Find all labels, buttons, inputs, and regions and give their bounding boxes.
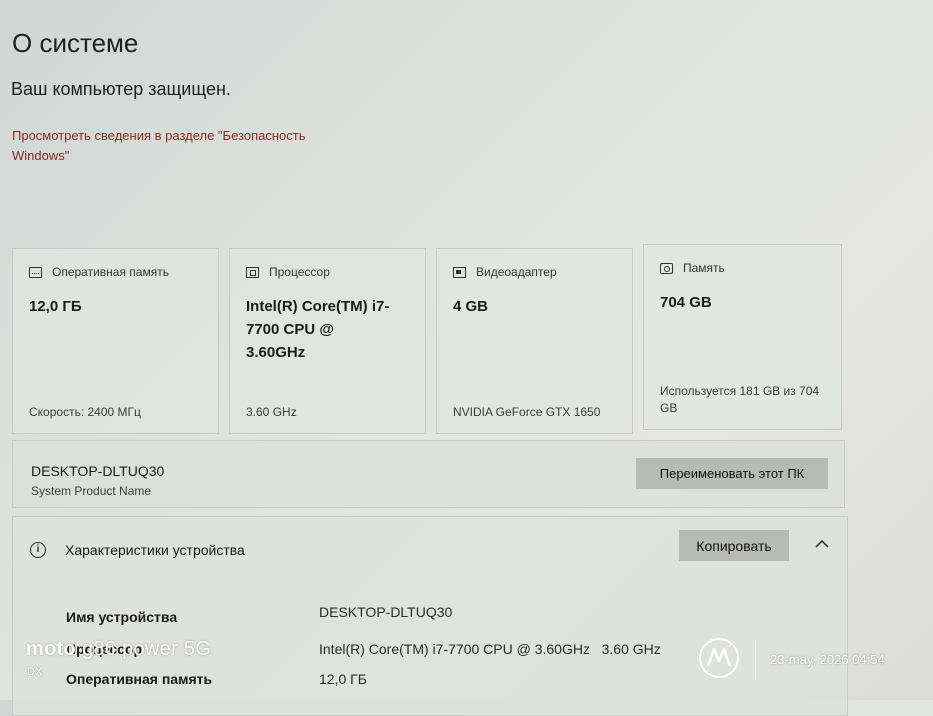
specs-title: Характеристики устройства [65,542,245,558]
device-model: System Product Name [31,484,152,498]
device-name: DESKTOP-DLTUQ30 [31,463,165,479]
card-sub: Используется 181 GB из 704 GB [660,384,820,415]
card-value: 704 GB [660,294,712,311]
page-title: О системе [12,28,139,58]
spec-value: DESKTOP-DLTUQ30 [319,604,453,620]
card-header-label: Видеоадаптер [476,265,557,279]
card-header: Память [660,261,725,275]
card-storage: Память 704 GB Используется 181 GB из 704… [643,244,842,430]
card-header: Оперативная память [29,265,169,279]
card-value: 4 GB [453,298,489,315]
spec-value: Intel(R) Core(TM) i7-7700 CPU @ 3.60GHz … [319,641,661,657]
card-header: Процессор [246,265,330,279]
spec-row-device-name: Имя устройства DESKTOP-DLTUQ30 [66,604,826,631]
card-gpu: Видеоадаптер 4 GB NVIDIA GeForce GTX 165… [436,248,633,434]
storage-icon [660,262,673,274]
card-ram: Оперативная память 12,0 ГБ Скорость: 240… [12,248,219,434]
spec-label: Имя устройства [66,609,178,625]
watermark-dx: DX [27,666,43,678]
card-value: 12,0 ГБ [29,298,82,315]
security-link[interactable]: Просмотреть сведения в разделе "Безопасн… [12,126,362,166]
card-sub: 3.60 GHz [246,405,297,419]
watermark-model-text: g86 power 5G [81,638,212,660]
camera-watermark-brand: moto g86 power 5G [26,638,211,661]
cpu-icon [246,266,259,278]
spec-label: Оперативная память [66,671,213,687]
watermark-brand-text: moto [26,638,77,660]
card-header-label: Оперативная память [52,265,169,279]
watermark-datetime: 23-may, 2026 04:54 [770,652,885,667]
card-header-label: Память [683,261,725,275]
card-header: Видеоадаптер [453,265,557,279]
card-sub: NVIDIA GeForce GTX 1650 [453,405,601,419]
card-processor: Процессор Intel(R) Core(TM) i7-7700 CPU … [229,248,426,434]
watermark-divider [755,640,756,680]
card-sub: Скорость: 2400 МГц [29,405,141,419]
copy-button[interactable]: Копировать [679,530,789,561]
ram-icon [29,266,42,278]
protection-status: Ваш компьютер защищен. [11,79,231,99]
card-value: Intel(R) Core(TM) i7-7700 CPU @ 3.60GHz [246,298,390,361]
card-header-label: Процессор [269,265,330,279]
spec-value: 12,0 ГБ [319,671,367,687]
motorola-logo-icon [699,638,739,678]
chevron-up-icon[interactable] [813,535,831,553]
device-row: DESKTOP-DLTUQ30 System Product Name Пере… [12,440,845,508]
device-specs-panel: i Характеристики устройства Копировать И… [12,516,848,716]
info-icon: i [30,542,46,558]
gpu-icon [453,266,466,278]
rename-pc-button[interactable]: Переименовать этот ПК [636,458,828,489]
